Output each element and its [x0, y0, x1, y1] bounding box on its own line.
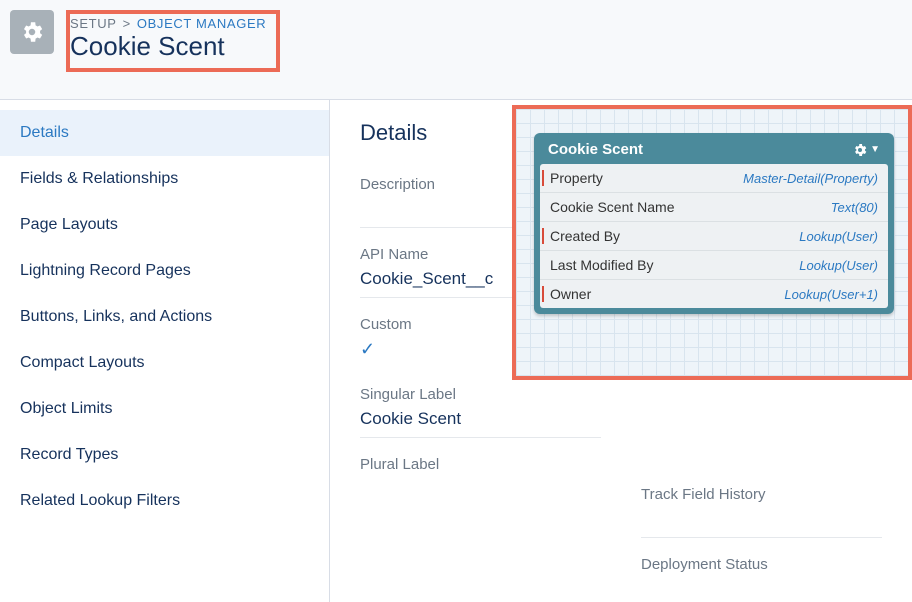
field-plural: Plural Label	[360, 456, 601, 473]
schema-field-type: Lookup(User)	[799, 229, 878, 244]
row-marker	[542, 286, 544, 302]
breadcrumb-setup[interactable]: SETUP	[70, 16, 117, 31]
gear-icon	[852, 142, 868, 158]
page-header: SETUP > OBJECT MANAGER Cookie Scent	[0, 0, 912, 100]
schema-field-type: Lookup(User)	[799, 258, 878, 273]
title-highlight-box: SETUP > OBJECT MANAGER Cookie Scent	[66, 10, 280, 72]
check-icon: ✓	[360, 339, 375, 359]
schema-field-name: Owner	[550, 286, 591, 302]
content-area: Details Fields & Relationships Page Layo…	[0, 100, 912, 602]
row-marker	[542, 228, 544, 244]
schema-field-name: Cookie Scent Name	[550, 199, 675, 215]
schema-field-type: Master-Detail(Property)	[743, 171, 878, 186]
breadcrumb-object-manager[interactable]: OBJECT MANAGER	[137, 16, 267, 31]
object-sidebar: Details Fields & Relationships Page Layo…	[0, 100, 330, 602]
schema-card-title: Cookie Scent	[548, 141, 643, 158]
schema-card-header: Cookie Scent ▼	[540, 139, 888, 164]
label-singular: Singular Label	[360, 386, 601, 403]
sidebar-item-record-types[interactable]: Record Types	[0, 432, 329, 478]
field-singular: Singular Label Cookie Scent	[360, 386, 601, 438]
label-track-history: Track Field History	[641, 486, 882, 503]
schema-field-type: Lookup(User+1)	[784, 287, 878, 302]
details-panel: Details Description API Name Cookie_Scen…	[330, 100, 912, 602]
sidebar-item-lightning-pages[interactable]: Lightning Record Pages	[0, 248, 329, 294]
schema-field-name: Property	[550, 170, 603, 186]
schema-field-type: Text(80)	[831, 200, 878, 215]
schema-row[interactable]: Created By Lookup(User)	[540, 222, 888, 251]
label-plural: Plural Label	[360, 456, 601, 473]
setup-gear-icon	[10, 10, 54, 54]
page-title: Cookie Scent	[70, 31, 266, 62]
sidebar-item-buttons-links[interactable]: Buttons, Links, and Actions	[0, 294, 329, 340]
value-singular: Cookie Scent	[360, 405, 601, 438]
breadcrumb: SETUP > OBJECT MANAGER	[70, 16, 266, 31]
gear-icon	[19, 19, 45, 45]
row-marker	[542, 170, 544, 186]
schema-field-name: Last Modified By	[550, 257, 654, 273]
sidebar-item-page-layouts[interactable]: Page Layouts	[0, 202, 329, 248]
schema-card-menu[interactable]: ▼	[852, 142, 880, 158]
sidebar-item-related-lookup[interactable]: Related Lookup Filters	[0, 478, 329, 524]
sidebar-item-compact-layouts[interactable]: Compact Layouts	[0, 340, 329, 386]
schema-card-body: Property Master-Detail(Property) Cookie …	[540, 164, 888, 308]
field-deployment: Deployment Status	[641, 556, 882, 573]
schema-row[interactable]: Last Modified By Lookup(User)	[540, 251, 888, 280]
schema-row[interactable]: Cookie Scent Name Text(80)	[540, 193, 888, 222]
field-track-history: Track Field History	[641, 486, 882, 538]
sidebar-item-fields[interactable]: Fields & Relationships	[0, 156, 329, 202]
schema-highlight-box: Cookie Scent ▼ Property Master-Detail(Pr…	[512, 105, 912, 380]
breadcrumb-separator: >	[123, 16, 131, 31]
schema-field-name: Created By	[550, 228, 620, 244]
schema-row[interactable]: Property Master-Detail(Property)	[540, 164, 888, 193]
schema-row[interactable]: Owner Lookup(User+1)	[540, 280, 888, 308]
schema-card[interactable]: Cookie Scent ▼ Property Master-Detail(Pr…	[534, 133, 894, 314]
chevron-down-icon: ▼	[870, 144, 880, 155]
sidebar-item-object-limits[interactable]: Object Limits	[0, 386, 329, 432]
value-track-history	[641, 505, 882, 538]
label-deployment: Deployment Status	[641, 556, 882, 573]
sidebar-item-details[interactable]: Details	[0, 110, 329, 156]
